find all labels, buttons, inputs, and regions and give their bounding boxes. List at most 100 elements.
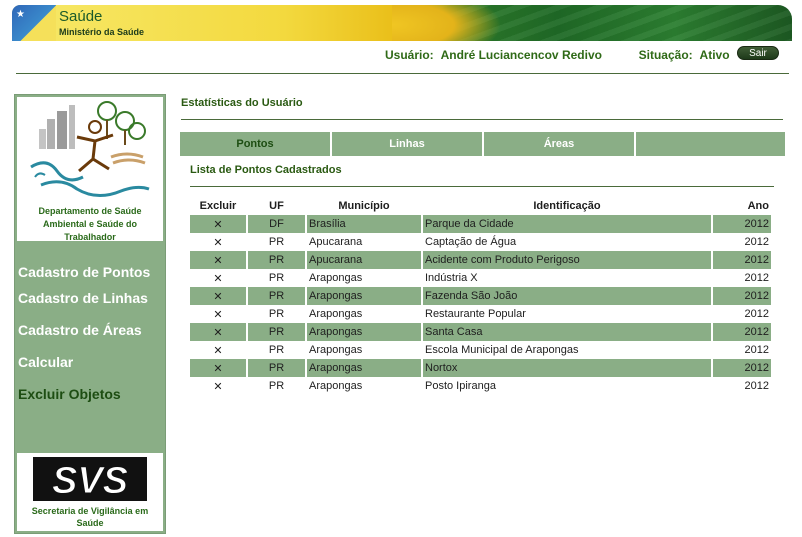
delete-x-icon[interactable]: ✕ (213, 363, 222, 375)
cell-uf: PR (268, 380, 285, 392)
cell-identificacao: Captação de Água (425, 236, 517, 248)
cell-municipio: Apucarana (307, 251, 421, 269)
table-row: ✕ PR Arapongas Escola Municipal de Arapo… (190, 341, 771, 359)
user-name: André Luciancencov Redivo (440, 48, 602, 62)
delete-x-icon[interactable]: ✕ (213, 273, 222, 285)
cell-uf: PR (268, 272, 285, 284)
status-label: Situação: (638, 48, 693, 62)
user-label: Usuário: (385, 48, 434, 62)
dsast-logo-illustration (30, 101, 150, 197)
col-header-identificacao: Identificação (533, 200, 601, 212)
dsast-logo-caption: Departamento de Saúde Ambiental e Saúde … (17, 205, 163, 244)
cell-municipio: Apucarana (309, 236, 363, 248)
brand-subtitle: Ministério da Saúde (59, 27, 145, 37)
table-row: ✕ PR Arapongas Posto Ipiranga 2012 (190, 377, 771, 395)
cell-ano: 2012 (713, 287, 771, 305)
col-header-excluir: Excluir (199, 200, 237, 212)
table-row: ✕ PR Arapongas Nortox 2012 (190, 359, 771, 377)
cell-identificacao: Santa Casa (423, 323, 711, 341)
title-divider (181, 119, 783, 120)
tab-empty (636, 132, 785, 156)
svs-logo: SVS Secretaria de Vigilância em Saúde (17, 453, 163, 531)
tab-pontos[interactable]: Pontos (180, 132, 330, 156)
cell-municipio: Arapongas (307, 287, 421, 305)
tab-areas[interactable]: Áreas (484, 132, 634, 156)
cell-identificacao: Posto Ipiranga (425, 380, 496, 392)
cell-identificacao: Acidente com Produto Perigoso (423, 251, 711, 269)
list-title: Lista de Pontos Cadastrados (190, 164, 342, 176)
cell-identificacao: Indústria X (425, 272, 478, 284)
cell-municipio: Arapongas (309, 380, 363, 392)
cell-uf: PR (268, 344, 285, 356)
delete-x-icon[interactable]: ✕ (213, 345, 222, 357)
cell-identificacao: Parque da Cidade (423, 215, 711, 233)
dsast-caption-line1: Departamento de Saúde (38, 206, 142, 216)
table-row: ✕ PR Apucarana Acidente com Produto Peri… (190, 251, 771, 269)
stats-tabs: Pontos Linhas Áreas (180, 132, 785, 156)
table-row: ✕ PR Arapongas Santa Casa 2012 (190, 323, 771, 341)
cell-uf: PR (248, 323, 305, 341)
cell-identificacao: Restaurante Popular (425, 308, 526, 320)
svs-logo-text: SVS (52, 460, 128, 502)
sidebar: Departamento de Saúde Ambiental e Saúde … (14, 94, 166, 534)
sidebar-item-calcular[interactable]: Calcular (18, 354, 73, 370)
cell-ano: 2012 (713, 251, 771, 269)
svs-logo-graphic: SVS (33, 457, 147, 503)
delete-x-icon[interactable]: ✕ (213, 381, 222, 393)
cell-uf: PR (268, 308, 285, 320)
delete-x-icon[interactable]: ✕ (213, 309, 222, 321)
cell-ano: 2012 (744, 236, 769, 248)
cell-identificacao: Escola Municipal de Arapongas (425, 344, 579, 356)
delete-x-icon[interactable]: ✕ (213, 291, 222, 303)
cell-municipio: Arapongas (309, 308, 363, 320)
table-row: ✕ PR Arapongas Restaurante Popular 2012 (190, 305, 771, 323)
cell-uf: PR (248, 251, 305, 269)
cell-ano: 2012 (744, 344, 769, 356)
tab-linhas[interactable]: Linhas (332, 132, 482, 156)
cell-uf: PR (268, 236, 285, 248)
header-banner: ★ Saúde Ministério da Saúde (12, 5, 792, 41)
cell-uf: PR (248, 287, 305, 305)
cell-municipio: Arapongas (307, 323, 421, 341)
delete-x-icon[interactable]: ✕ (213, 237, 222, 249)
dsast-logo: Departamento de Saúde Ambiental e Saúde … (17, 97, 163, 244)
cell-municipio: Arapongas (309, 272, 363, 284)
col-header-municipio: Município (338, 200, 390, 212)
user-info-bar: Usuário: André Luciancencov Redivo Situa… (385, 48, 734, 62)
sidebar-item-cadastro-linhas[interactable]: Cadastro de Linhas (18, 290, 148, 306)
cell-ano: 2012 (713, 323, 771, 341)
cell-ano: 2012 (744, 272, 769, 284)
cell-ano: 2012 (713, 359, 771, 377)
sidebar-item-cadastro-pontos[interactable]: Cadastro de Pontos (18, 264, 150, 280)
table-row: ✕ PR Arapongas Indústria X 2012 (190, 269, 771, 287)
list-divider (190, 186, 774, 187)
cell-ano: 2012 (744, 308, 769, 320)
cell-identificacao: Fazenda São João (423, 287, 711, 305)
dsast-caption-line3: Trabalhador (64, 232, 116, 242)
cell-municipio: Arapongas (309, 344, 363, 356)
table-row: ✕ PR Arapongas Fazenda São João 2012 (190, 287, 771, 305)
table-row: ✕ PR Apucarana Captação de Água 2012 (190, 233, 771, 251)
banner-swoosh-decoration (392, 5, 502, 41)
header-divider (16, 73, 789, 74)
dsast-caption-line2: Ambiental e Saúde do (42, 219, 138, 229)
brazil-flag-icon: ★ (12, 5, 56, 41)
table-header-row: Excluir UF Município Identificação Ano (190, 197, 771, 215)
delete-x-icon[interactable]: ✕ (213, 255, 222, 267)
sidebar-item-cadastro-areas[interactable]: Cadastro de Áreas (18, 322, 142, 338)
logout-button[interactable]: Sair (737, 46, 779, 60)
col-header-uf: UF (269, 200, 284, 212)
cell-identificacao: Nortox (423, 359, 711, 377)
col-header-ano: Ano (747, 200, 769, 212)
delete-x-icon[interactable]: ✕ (213, 327, 222, 339)
sidebar-item-excluir-objetos[interactable]: Excluir Objetos (18, 386, 121, 402)
cell-ano: 2012 (713, 215, 771, 233)
status-value: Ativo (699, 48, 730, 62)
svs-logo-caption: Secretaria de Vigilância em Saúde (17, 505, 163, 529)
cell-ano: 2012 (744, 380, 769, 392)
cell-municipio: Arapongas (307, 359, 421, 377)
delete-x-icon[interactable]: ✕ (213, 219, 222, 231)
svs-caption-line1: Secretaria de Vigilância em (31, 506, 149, 516)
points-table: Excluir UF Município Identificação Ano ✕… (188, 197, 773, 395)
cell-uf: DF (248, 215, 305, 233)
